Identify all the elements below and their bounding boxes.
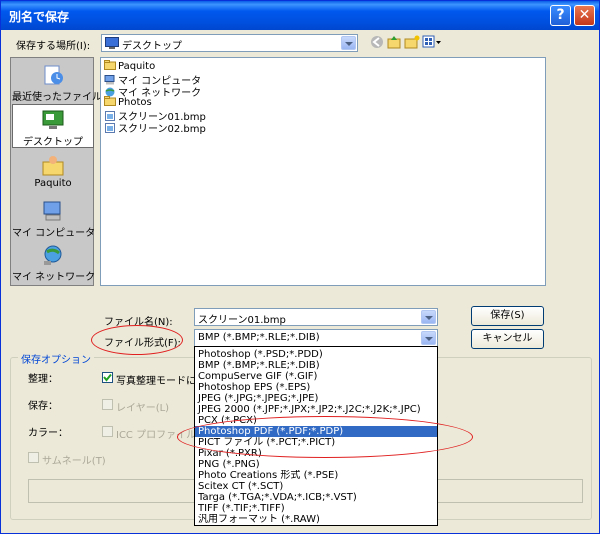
chevron-down-icon[interactable]	[421, 310, 436, 324]
thumbnail-checkbox-label: サムネール(T)	[42, 456, 106, 467]
place-label: マイ コンピュータ	[12, 228, 96, 239]
file-type-value: BMP (*.BMP;*.RLE;*.DIB)	[198, 332, 320, 343]
file-type-option[interactable]: Targa (*.TGA;*.VDA;*.ICB;*.VST)	[195, 492, 437, 503]
file-name-value: スクリーン01.bmp	[198, 315, 286, 326]
file-type-option[interactable]: TIFF (*.TIF;*.TIFF)	[195, 503, 437, 514]
chevron-down-icon[interactable]	[421, 331, 436, 345]
list-item[interactable]: スクリーン02.bmp	[104, 120, 206, 135]
chevron-down-icon[interactable]	[341, 36, 356, 50]
file-type-option[interactable]: 汎用フォーマット (*.RAW)	[195, 514, 437, 525]
file-type-option[interactable]: CompuServe GIF (*.GIF)	[195, 371, 437, 382]
place-my-computer[interactable]: マイ コンピュータ	[12, 196, 96, 240]
file-type-option[interactable]: PNG (*.PNG)	[195, 459, 437, 470]
place-label: マイ ネットワーク	[12, 272, 96, 283]
folder-icon	[104, 60, 116, 70]
bmp-file-icon	[105, 123, 115, 133]
layers-checkbox[interactable]	[102, 399, 113, 410]
place-my-network[interactable]: マイ ネットワーク	[12, 240, 96, 284]
save-button[interactable]: 保存(S)	[471, 306, 544, 326]
organize-checkbox[interactable]	[102, 372, 113, 383]
file-name: Photos	[118, 97, 152, 108]
my-network-icon	[44, 245, 62, 265]
folder-icon	[104, 96, 116, 106]
help-button[interactable]: ?	[550, 5, 571, 26]
place-desktop[interactable]: デスクトップ	[12, 104, 94, 148]
file-name: スクリーン02.bmp	[118, 124, 206, 135]
save-in-combo[interactable]: デスクトップ	[101, 34, 358, 52]
file-type-option[interactable]: JPEG 2000 (*.JPF;*.JPX;*.JP2;*.J2C;*.J2K…	[195, 404, 437, 415]
color-label: カラー：	[28, 428, 68, 439]
file-list[interactable]: Paquito マイ コンピュータ マイ ネットワーク Photos スクリーン…	[100, 57, 546, 286]
place-recent[interactable]: 最近使ったファイル	[12, 60, 102, 104]
file-type-option[interactable]: Scitex CT (*.SCT)	[195, 481, 437, 492]
save-option-label: 保存：	[28, 401, 58, 412]
highlight-oval-file-type	[91, 325, 183, 355]
checkmark-icon	[103, 373, 112, 382]
highlight-oval-pdf-option	[177, 416, 473, 458]
thumbnail-checkbox[interactable]	[28, 452, 39, 463]
file-type-option[interactable]: Photoshop EPS (*.EPS)	[195, 382, 437, 393]
place-label: 最近使ったファイル	[12, 92, 102, 103]
title-bar[interactable]: 別名で保存 ? ✕	[1, 1, 599, 30]
save-in-label: 保存する場所(I):	[16, 41, 91, 52]
cancel-button[interactable]: キャンセル	[471, 329, 544, 349]
view-menu-icon[interactable]	[422, 35, 442, 49]
save-options-title: 保存オプション	[18, 351, 94, 366]
user-folder-icon	[42, 156, 64, 176]
close-button[interactable]: ✕	[574, 5, 595, 26]
recent-files-icon	[44, 65, 63, 85]
back-icon[interactable]	[370, 35, 384, 49]
file-type-option[interactable]: Photoshop (*.PSD;*.PDD)	[195, 349, 437, 360]
file-type-select[interactable]: BMP (*.BMP;*.RLE;*.DIB)	[194, 329, 438, 347]
desktop-icon	[105, 37, 119, 49]
file-name-field[interactable]: スクリーン01.bmp	[194, 308, 438, 326]
organize-label: 整理：	[28, 374, 58, 385]
file-name: Paquito	[118, 61, 156, 72]
desktop-icon	[42, 110, 64, 129]
up-folder-icon[interactable]	[387, 35, 401, 49]
help-icon: ?	[556, 7, 565, 23]
place-label: Paquito	[34, 178, 72, 189]
layers-checkbox-label: レイヤー(L)	[116, 403, 170, 414]
my-computer-icon	[43, 201, 61, 221]
new-folder-icon[interactable]	[404, 35, 420, 49]
place-paquito[interactable]: Paquito	[12, 150, 94, 194]
file-type-option[interactable]: Photo Creations 形式 (*.PSE)	[195, 470, 437, 481]
places-bar: 最近使ったファイル デスクトップ Paquito マイ コンピュータ マイ ネッ…	[10, 57, 102, 286]
window-title: 別名で保存	[9, 10, 70, 24]
close-icon: ✕	[578, 7, 591, 23]
icc-checkbox[interactable]	[102, 426, 113, 437]
file-type-option[interactable]: BMP (*.BMP;*.RLE;*.DIB)	[195, 360, 437, 371]
save-as-dialog: 別名で保存 ? ✕ 保存する場所(I): デスクトップ 最近使ったファイル デス…	[0, 0, 600, 534]
save-in-value: デスクトップ	[122, 41, 182, 52]
file-type-option[interactable]: JPEG (*.JPG;*.JPEG;*.JPE)	[195, 393, 437, 404]
place-label: デスクトップ	[23, 137, 83, 148]
